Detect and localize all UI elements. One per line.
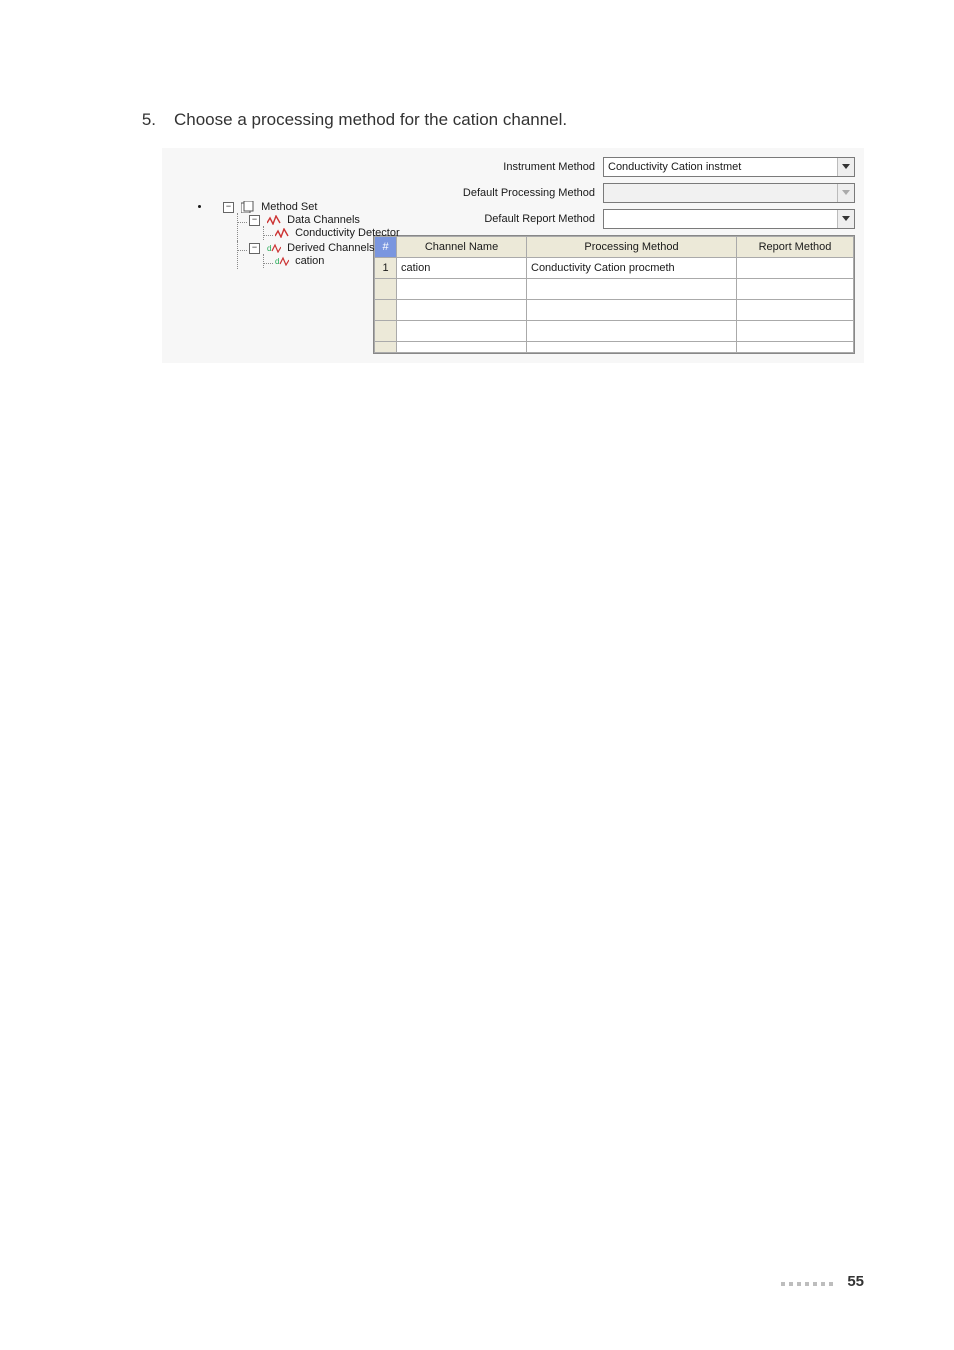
label-default-processing-method: Default Processing Method	[463, 187, 595, 199]
method-set-panel: − Method Set − Data Channels	[162, 148, 864, 363]
document-stack-icon	[241, 201, 255, 213]
table-row[interactable]: 1 cation Conductivity Cation procmeth	[375, 258, 854, 279]
instruction-step: 5. Choose a processing method for the ca…	[138, 110, 864, 130]
tree-node-method-set[interactable]: − Method Set − Data Channels	[211, 200, 369, 270]
derived-channel-icon: d	[275, 256, 289, 266]
combo-instrument-method[interactable]: Conductivity Cation instmet	[603, 157, 855, 177]
grid-header-report[interactable]: Report Method	[737, 237, 854, 258]
expander-icon[interactable]: −	[223, 202, 234, 213]
cell-report[interactable]	[737, 300, 854, 321]
combo-default-report-method[interactable]	[603, 209, 855, 229]
tree-node-derived-channels[interactable]: − d Derived Channels d cation	[237, 241, 369, 269]
cell-processing[interactable]	[527, 279, 737, 300]
tree-label: Conductivity Detector	[295, 227, 400, 239]
cell-channel[interactable]	[397, 321, 527, 342]
tree-node-conductivity-detector[interactable]: Conductivity Detector	[263, 226, 369, 240]
cell-channel[interactable]	[397, 300, 527, 321]
svg-text:d: d	[275, 257, 279, 266]
cell-processing[interactable]	[527, 342, 737, 353]
cell-channel[interactable]	[397, 279, 527, 300]
chevron-down-icon[interactable]	[837, 158, 854, 176]
table-row[interactable]	[375, 300, 854, 321]
footer-dots-icon	[781, 1273, 837, 1290]
step-text: Choose a processing method for the catio…	[174, 110, 567, 130]
grid-corner[interactable]: #	[375, 237, 397, 258]
method-tree[interactable]: − Method Set − Data Channels	[171, 200, 369, 270]
cell-report[interactable]	[737, 279, 854, 300]
tree-node-cation[interactable]: d cation	[263, 254, 369, 268]
combo-default-processing-method	[603, 183, 855, 203]
label-instrument-method: Instrument Method	[503, 161, 595, 173]
form-pane: Instrument Method Conductivity Cation in…	[373, 153, 863, 354]
channel-grid[interactable]: # Channel Name Processing Method Report …	[373, 235, 855, 354]
grid-header-processing[interactable]: Processing Method	[527, 237, 737, 258]
tree-label: Method Set	[261, 201, 317, 213]
channel-icon	[275, 228, 289, 238]
row-default-processing-method: Default Processing Method	[373, 183, 855, 203]
expander-icon[interactable]: −	[249, 215, 260, 226]
cell-report[interactable]	[737, 342, 854, 353]
row-number[interactable]: 1	[375, 258, 397, 279]
row-instrument-method: Instrument Method Conductivity Cation in…	[373, 157, 855, 177]
cell-processing[interactable]	[527, 300, 737, 321]
row-number[interactable]	[375, 300, 397, 321]
row-number[interactable]	[375, 342, 397, 353]
grid-header-channel[interactable]: Channel Name	[397, 237, 527, 258]
channel-icon	[267, 215, 281, 225]
combo-value: Conductivity Cation instmet	[608, 161, 741, 173]
cell-report[interactable]	[737, 258, 854, 279]
row-default-report-method: Default Report Method	[373, 209, 855, 229]
cell-channel[interactable]	[397, 342, 527, 353]
page-number: 55	[847, 1273, 864, 1290]
svg-text:d: d	[267, 244, 271, 253]
tree-label: Data Channels	[287, 214, 360, 226]
cell-processing[interactable]	[527, 321, 737, 342]
tree-pane: − Method Set − Data Channels	[163, 153, 373, 354]
label-default-report-method: Default Report Method	[484, 213, 595, 225]
step-number: 5.	[138, 110, 156, 130]
row-number[interactable]	[375, 321, 397, 342]
tree-node-data-channels[interactable]: − Data Channels Conductivity D	[237, 213, 369, 241]
derived-channel-icon: d	[267, 243, 281, 253]
table-row[interactable]	[375, 342, 854, 353]
table-row[interactable]	[375, 279, 854, 300]
table-row[interactable]	[375, 321, 854, 342]
chevron-down-icon	[837, 184, 854, 202]
expander-icon[interactable]: −	[249, 243, 260, 254]
row-number[interactable]	[375, 279, 397, 300]
grid-header-row: # Channel Name Processing Method Report …	[375, 237, 854, 258]
tree-label: cation	[295, 255, 324, 267]
cell-channel[interactable]: cation	[397, 258, 527, 279]
page-footer: 55	[781, 1273, 864, 1290]
cell-processing[interactable]: Conductivity Cation procmeth	[527, 258, 737, 279]
cell-report[interactable]	[737, 321, 854, 342]
chevron-down-icon[interactable]	[837, 210, 854, 228]
tree-label: Derived Channels	[287, 242, 374, 254]
